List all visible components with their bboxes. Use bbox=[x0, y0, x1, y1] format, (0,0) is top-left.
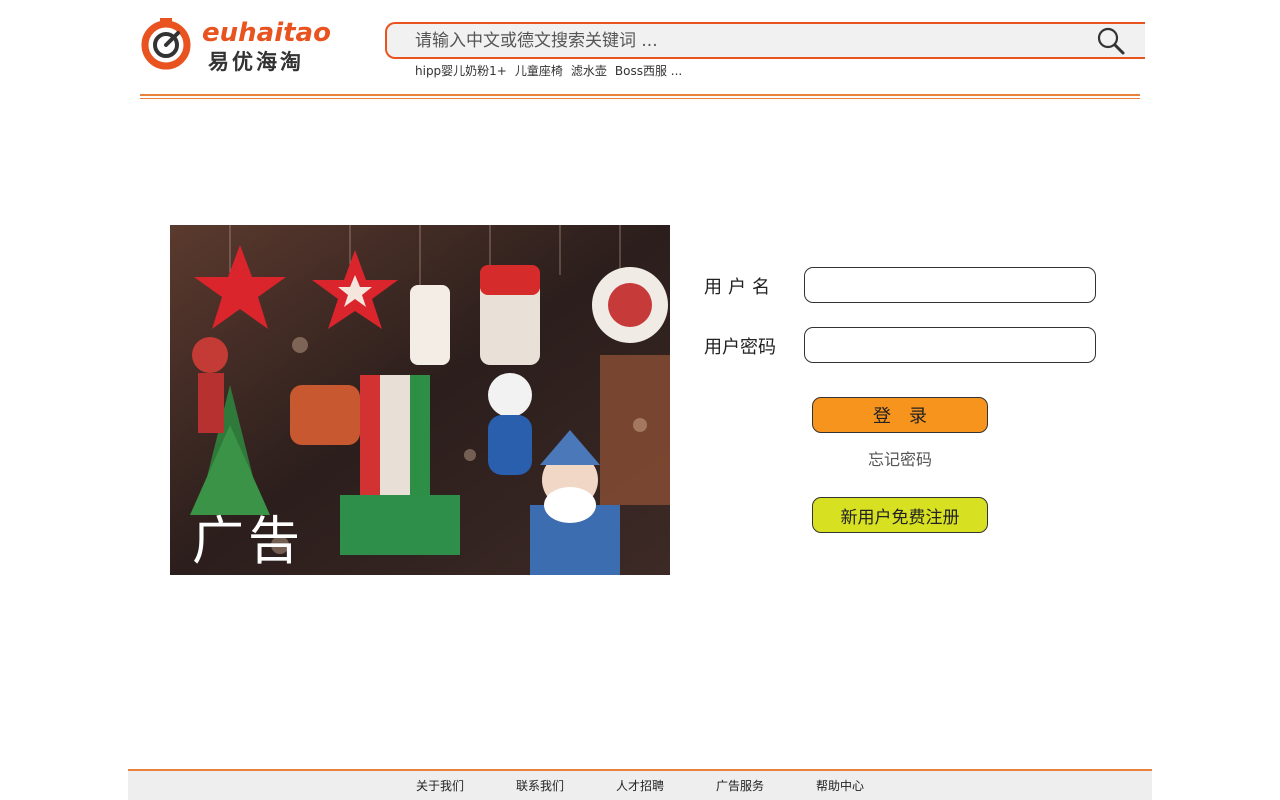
search-bar bbox=[385, 22, 1145, 59]
search-input[interactable] bbox=[415, 29, 1075, 53]
hot-keyword[interactable]: hipp婴儿奶粉1+ bbox=[415, 62, 507, 78]
forgot-password-link[interactable]: 忘记密码 bbox=[820, 446, 980, 470]
password-label: 用户密码 bbox=[704, 337, 776, 358]
username-label: 用户名 bbox=[704, 277, 776, 298]
hot-keyword[interactable]: Boss西服 ... bbox=[615, 62, 682, 78]
username-field[interactable] bbox=[804, 267, 1096, 303]
password-field[interactable] bbox=[804, 327, 1096, 363]
footer-link-ads[interactable]: 广告服务 bbox=[716, 777, 816, 794]
hot-keyword[interactable]: 儿童座椅 bbox=[515, 62, 563, 78]
footer-link-about[interactable]: 关于我们 bbox=[416, 777, 516, 794]
footer-link-help[interactable]: 帮助中心 bbox=[816, 777, 916, 794]
header-divider bbox=[140, 94, 1140, 96]
search-icon bbox=[1097, 27, 1125, 55]
page: euhaitao 易优海淘 hipp婴儿奶粉1+ 儿童座椅 滤水壶 Boss西服… bbox=[0, 0, 1280, 800]
login-button[interactable]: 登录 bbox=[812, 397, 988, 433]
hot-keyword[interactable]: 滤水壶 bbox=[571, 62, 607, 78]
register-button[interactable]: 新用户免费注册 bbox=[812, 497, 988, 533]
search-button[interactable] bbox=[1095, 26, 1129, 56]
footer: 关于我们 联系我们 人才招聘 广告服务 帮助中心 bbox=[128, 769, 1152, 800]
hot-keywords: hipp婴儿奶粉1+ 儿童座椅 滤水壶 Boss西服 ... bbox=[415, 62, 682, 78]
site-logo[interactable]: euhaitao 易优海淘 bbox=[140, 16, 340, 74]
footer-link-contact[interactable]: 联系我们 bbox=[516, 777, 616, 794]
ad-label: 广告 bbox=[192, 512, 305, 572]
logo-icon bbox=[141, 18, 191, 70]
brand-name-cn: 易优海淘 bbox=[208, 50, 304, 74]
footer-link-careers[interactable]: 人才招聘 bbox=[616, 777, 716, 794]
ad-banner[interactable]: 广告 bbox=[170, 225, 670, 575]
brand-name-en: euhaitao bbox=[202, 18, 331, 48]
footer-links: 关于我们 联系我们 人才招聘 广告服务 帮助中心 bbox=[416, 777, 916, 794]
header-divider bbox=[140, 98, 1140, 99]
